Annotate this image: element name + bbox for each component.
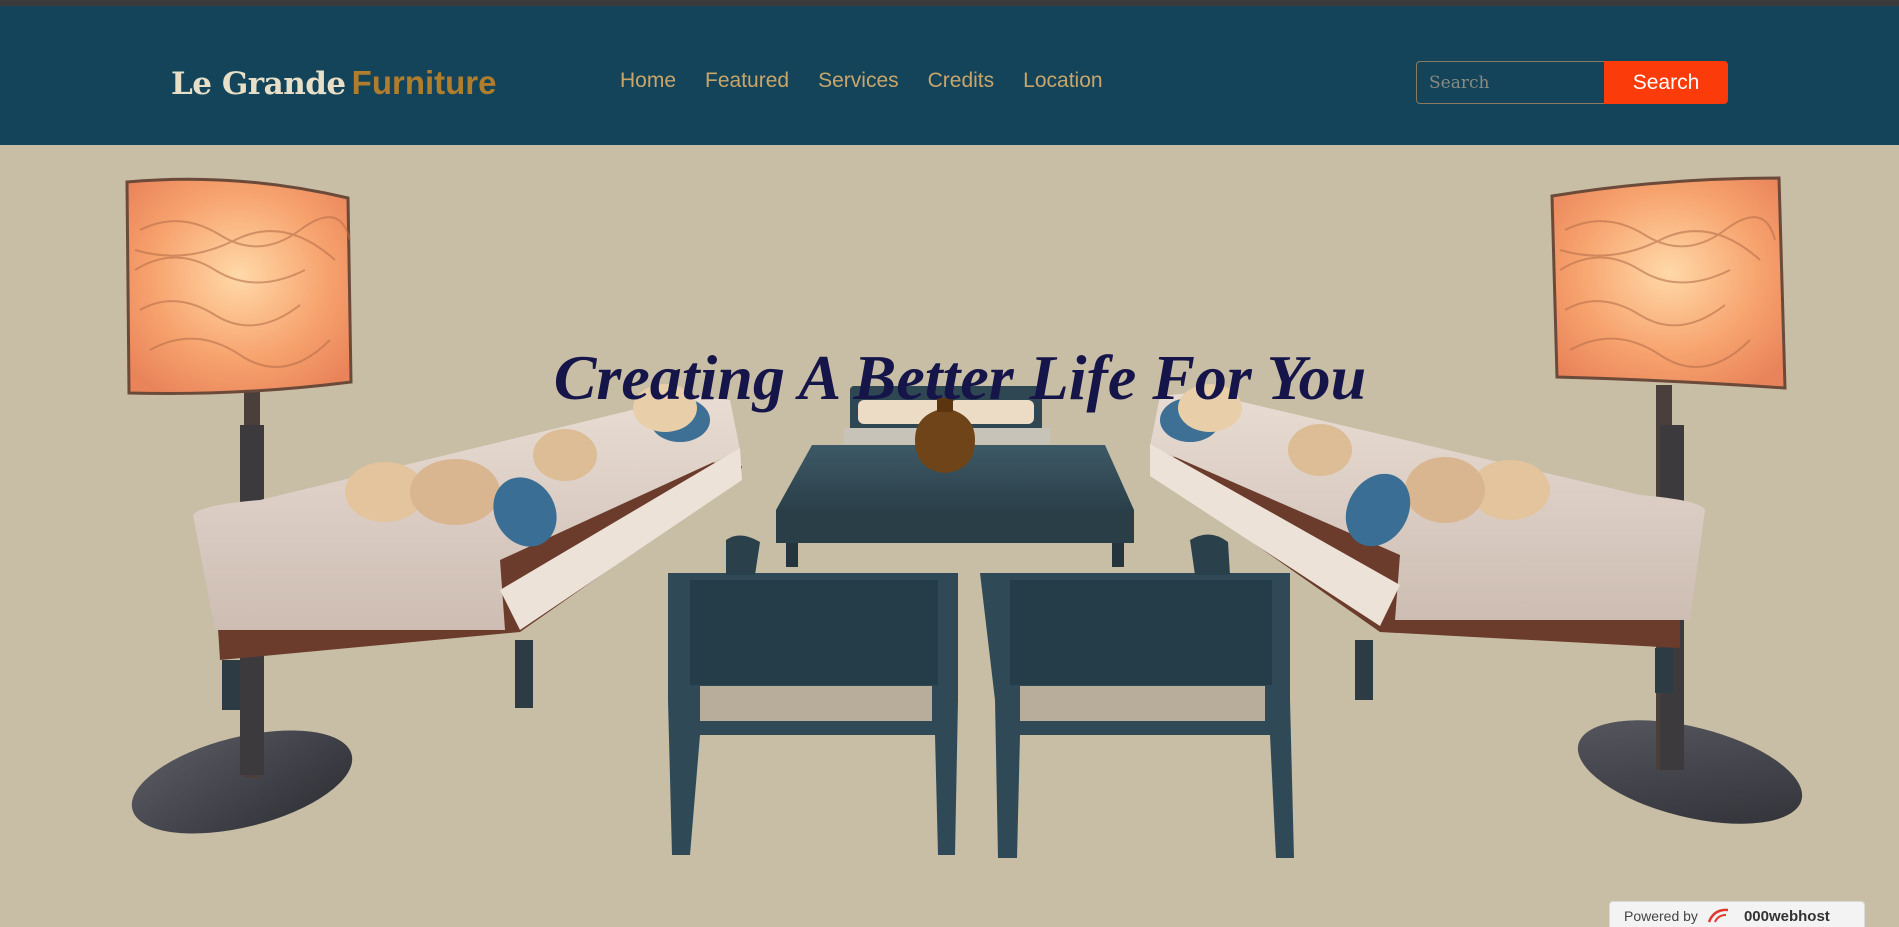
brand-name-part1: Le Grande bbox=[171, 66, 346, 102]
powered-by-badge[interactable]: Powered by 000webhost bbox=[1609, 901, 1865, 927]
webhost-logo-icon bbox=[1707, 908, 1729, 923]
powered-by-text: Powered by bbox=[1624, 908, 1698, 924]
nav-services[interactable]: Services bbox=[818, 66, 899, 96]
brand-logo[interactable]: Le Grande Furniture bbox=[171, 61, 496, 106]
search-input[interactable] bbox=[1416, 61, 1605, 104]
left-sofa bbox=[193, 384, 742, 710]
search-button[interactable]: Search bbox=[1604, 61, 1728, 104]
nav-home[interactable]: Home bbox=[620, 66, 676, 96]
navbar: Le Grande Furniture Home Featured Service… bbox=[0, 6, 1899, 145]
nav-featured[interactable]: Featured bbox=[705, 66, 789, 96]
main-nav: Home Featured Services Credits Location bbox=[620, 66, 1103, 96]
hero-section: Creating A Better Life For You bbox=[0, 145, 1899, 927]
coffee-table bbox=[776, 398, 1134, 567]
webhost-name: 000webhost bbox=[1743, 907, 1830, 925]
brand-name-part2: Furniture bbox=[351, 64, 497, 101]
furniture-scene-image bbox=[125, 176, 1803, 858]
front-chairs bbox=[668, 534, 1294, 858]
nav-location[interactable]: Location bbox=[1023, 66, 1102, 96]
hero-headline: Creating A Better Life For You bbox=[553, 342, 1367, 413]
nav-credits[interactable]: Credits bbox=[928, 66, 995, 96]
